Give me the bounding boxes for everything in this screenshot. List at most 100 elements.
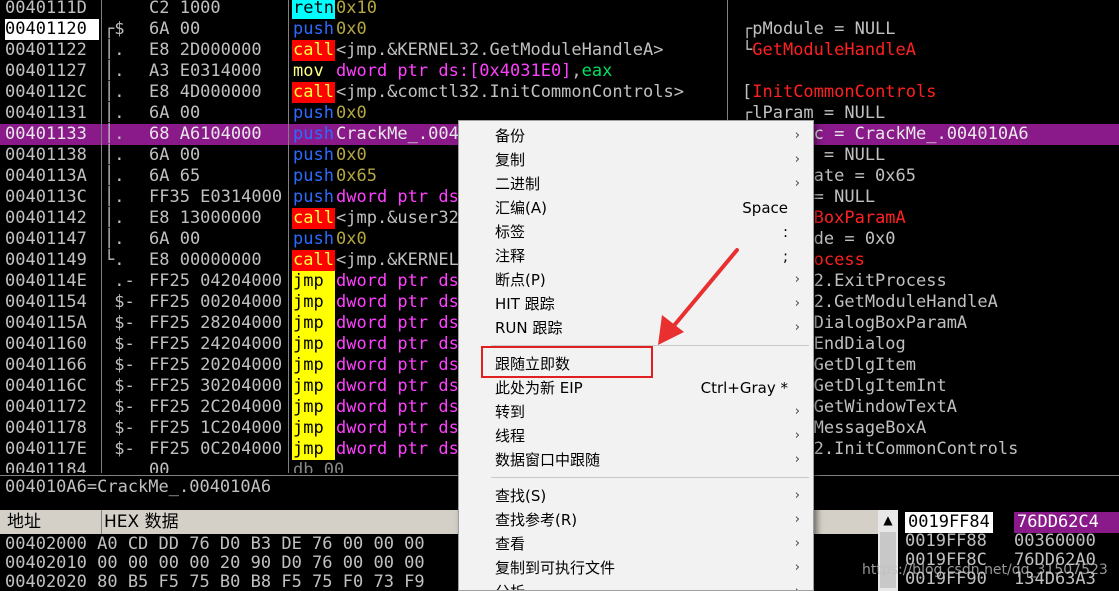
chevron-right-icon: ›	[794, 512, 800, 527]
menu-item[interactable]: 分析 ›	[460, 580, 812, 590]
dump-col-address[interactable]: 地址	[7, 510, 41, 534]
hex-bytes: E8 4D000000	[149, 82, 262, 102]
hex-bytes: A3 E0314000	[149, 61, 262, 81]
hex-bytes: FF25 30204000	[149, 376, 283, 396]
flow-marker: │.	[104, 61, 125, 81]
scroll-thumb[interactable]	[880, 532, 896, 588]
hex-bytes: 00	[149, 460, 170, 473]
menu-item[interactable]: RUN 跟踪 ›	[460, 316, 812, 340]
flow-marker: $-	[104, 334, 135, 354]
hex-bytes: FF25 28204000	[149, 313, 283, 333]
operand-part: 0x65	[336, 166, 377, 186]
menu-item[interactable]: 二进制 ›	[460, 172, 812, 196]
mnemonic: call	[292, 40, 335, 61]
operand-part: 0x10	[336, 0, 377, 18]
disasm-row[interactable]: 0040112C │. E8 4D000000 call <jmp.&comctl32.…	[0, 82, 1119, 103]
address: 00401149	[5, 250, 87, 270]
menu-item[interactable]: 标签:	[460, 220, 812, 244]
address: 0040113C	[5, 187, 87, 207]
address: 0040116C	[5, 376, 87, 396]
chevron-right-icon: ›	[795, 580, 800, 590]
menu-item[interactable]: 注释;	[460, 244, 812, 268]
menu-item[interactable]: 查找(S) ›	[460, 484, 812, 508]
menu-item-label: 断点(P)	[495, 271, 546, 289]
chevron-right-icon: ›	[794, 404, 800, 419]
stack-pane[interactable]: 0019FF84 76DD62C4 0019FF88 00360000 0019FF8C…	[898, 510, 1119, 591]
disasm-row[interactable]: 0040111D C2 1000 retn 0x10	[0, 0, 1119, 19]
disasm-row[interactable]: 00401127 │. A3 E0314000 mov dword ptr ds:[0x…	[0, 61, 1119, 82]
flow-marker: $-	[104, 355, 135, 375]
dump-row[interactable]: 00402020 80 B5 F5 75 B0 B8 F5 75 F0 73 F…	[5, 572, 425, 591]
menu-item[interactable]: 汇编(A) Space	[460, 196, 812, 220]
address: 00401160	[5, 334, 87, 354]
scroll-up-icon[interactable]: ▲	[878, 510, 898, 530]
menu-item[interactable]: 此处为新 EIP Ctrl+Gray *	[460, 376, 812, 400]
dump-row[interactable]: 00402010 00 00 00 00 20 90 D0 76 00 00 0…	[5, 553, 425, 574]
operand-part: 0x0	[336, 103, 367, 123]
menu-item[interactable]: 查找参考(R) ›	[460, 508, 812, 532]
mnemonic: jmp	[292, 376, 335, 397]
comment	[742, 61, 1119, 82]
menu-item[interactable]: 数据窗口中跟随 ›	[460, 448, 812, 472]
menu-item-label: 注释	[495, 247, 526, 265]
disasm-row[interactable]: 00401122 │. E8 2D000000 call <jmp.&KERNEL32.…	[0, 40, 1119, 61]
hex-bytes: FF25 04204000	[149, 271, 283, 291]
operand-part: 0x0	[336, 145, 367, 165]
hex-bytes: FF25 20204000	[149, 355, 283, 375]
address: 0040114E	[5, 271, 87, 291]
menu-item-label: 数据窗口中跟随	[495, 451, 601, 469]
menu-item-shortcut: :	[782, 223, 788, 241]
stack-scrollbar[interactable]: ▲	[878, 510, 898, 591]
menu-item-label: 备份	[495, 127, 526, 145]
address: 0040117E	[5, 439, 87, 459]
comment: └GetModuleHandleA	[742, 40, 1119, 61]
dump-col-hex[interactable]: HEX 数据	[104, 510, 179, 534]
menu-item-label: 查找(S)	[495, 487, 547, 505]
address: 00401133	[5, 124, 87, 144]
chevron-right-icon: ›	[794, 560, 800, 575]
stack-row[interactable]: 0019FF88 00360000	[898, 531, 1119, 552]
hex-bytes: E8 2D000000	[149, 40, 262, 60]
chevron-right-icon: ›	[794, 152, 800, 167]
dump-row[interactable]: 00402000 A0 CD DD 76 D0 B3 DE 76 00 00 0…	[5, 534, 425, 555]
operands: <jmp.&comctl32.InitCommonControls>	[336, 82, 724, 103]
info-text: 004010A6=CrackMe_.004010A6	[5, 477, 272, 497]
stack-row[interactable]: 0019FF84 76DD62C4	[898, 512, 1119, 533]
menu-item[interactable]: 转到 ›	[460, 400, 812, 424]
chevron-right-icon: ›	[794, 428, 800, 443]
menu-item[interactable]: 备份 ›	[460, 124, 812, 148]
operands: dword ptr ds:[0x4031E0],eax	[336, 61, 724, 82]
hex-bytes: E8 13000000	[149, 208, 262, 228]
hex-bytes: 68 A6104000	[149, 124, 262, 144]
mnemonic: call	[292, 208, 335, 229]
menu-item[interactable]: 线程 ›	[460, 424, 812, 448]
menu-item-label: 二进制	[495, 175, 541, 193]
menu-item-label: 标签	[495, 223, 526, 241]
menu-item[interactable]: 查看 ›	[460, 532, 812, 556]
operand-part: dword ptr	[336, 61, 439, 81]
address: 00401138	[5, 145, 87, 165]
flow-marker: │.	[104, 124, 125, 144]
menu-item[interactable]: 复制 ›	[460, 148, 812, 172]
mnemonic: push	[293, 187, 334, 207]
mnemonic: call	[292, 250, 335, 271]
menu-item[interactable]: HIT 跟踪 ›	[460, 292, 812, 316]
hex-bytes: FF25 0C204000	[149, 439, 283, 459]
disasm-row[interactable]: 00401120 ┌$ 6A 00 push 0x0 ┌pModule = NULL	[0, 19, 1119, 40]
address: 00401166	[5, 355, 87, 375]
flow-marker: │.	[104, 82, 125, 102]
flow-marker: .-	[104, 271, 135, 291]
address: 00401147	[5, 229, 87, 249]
menu-item[interactable]: 复制到可执行文件 ›	[460, 556, 812, 580]
operand-part: ,	[571, 61, 582, 81]
flow-marker: └.	[104, 250, 125, 270]
menu-item-label: 复制到可执行文件	[495, 559, 616, 577]
menu-item[interactable]: 断点(P) ›	[460, 268, 812, 292]
hex-bytes: 6A 00	[149, 229, 201, 249]
mnemonic: jmp	[292, 439, 335, 460]
mnemonic: jmp	[292, 334, 335, 355]
stack-value: 00360000	[1014, 531, 1096, 551]
chevron-right-icon: ›	[794, 488, 800, 503]
flow-marker: │.	[104, 187, 125, 207]
flow-marker: │.	[104, 145, 125, 165]
